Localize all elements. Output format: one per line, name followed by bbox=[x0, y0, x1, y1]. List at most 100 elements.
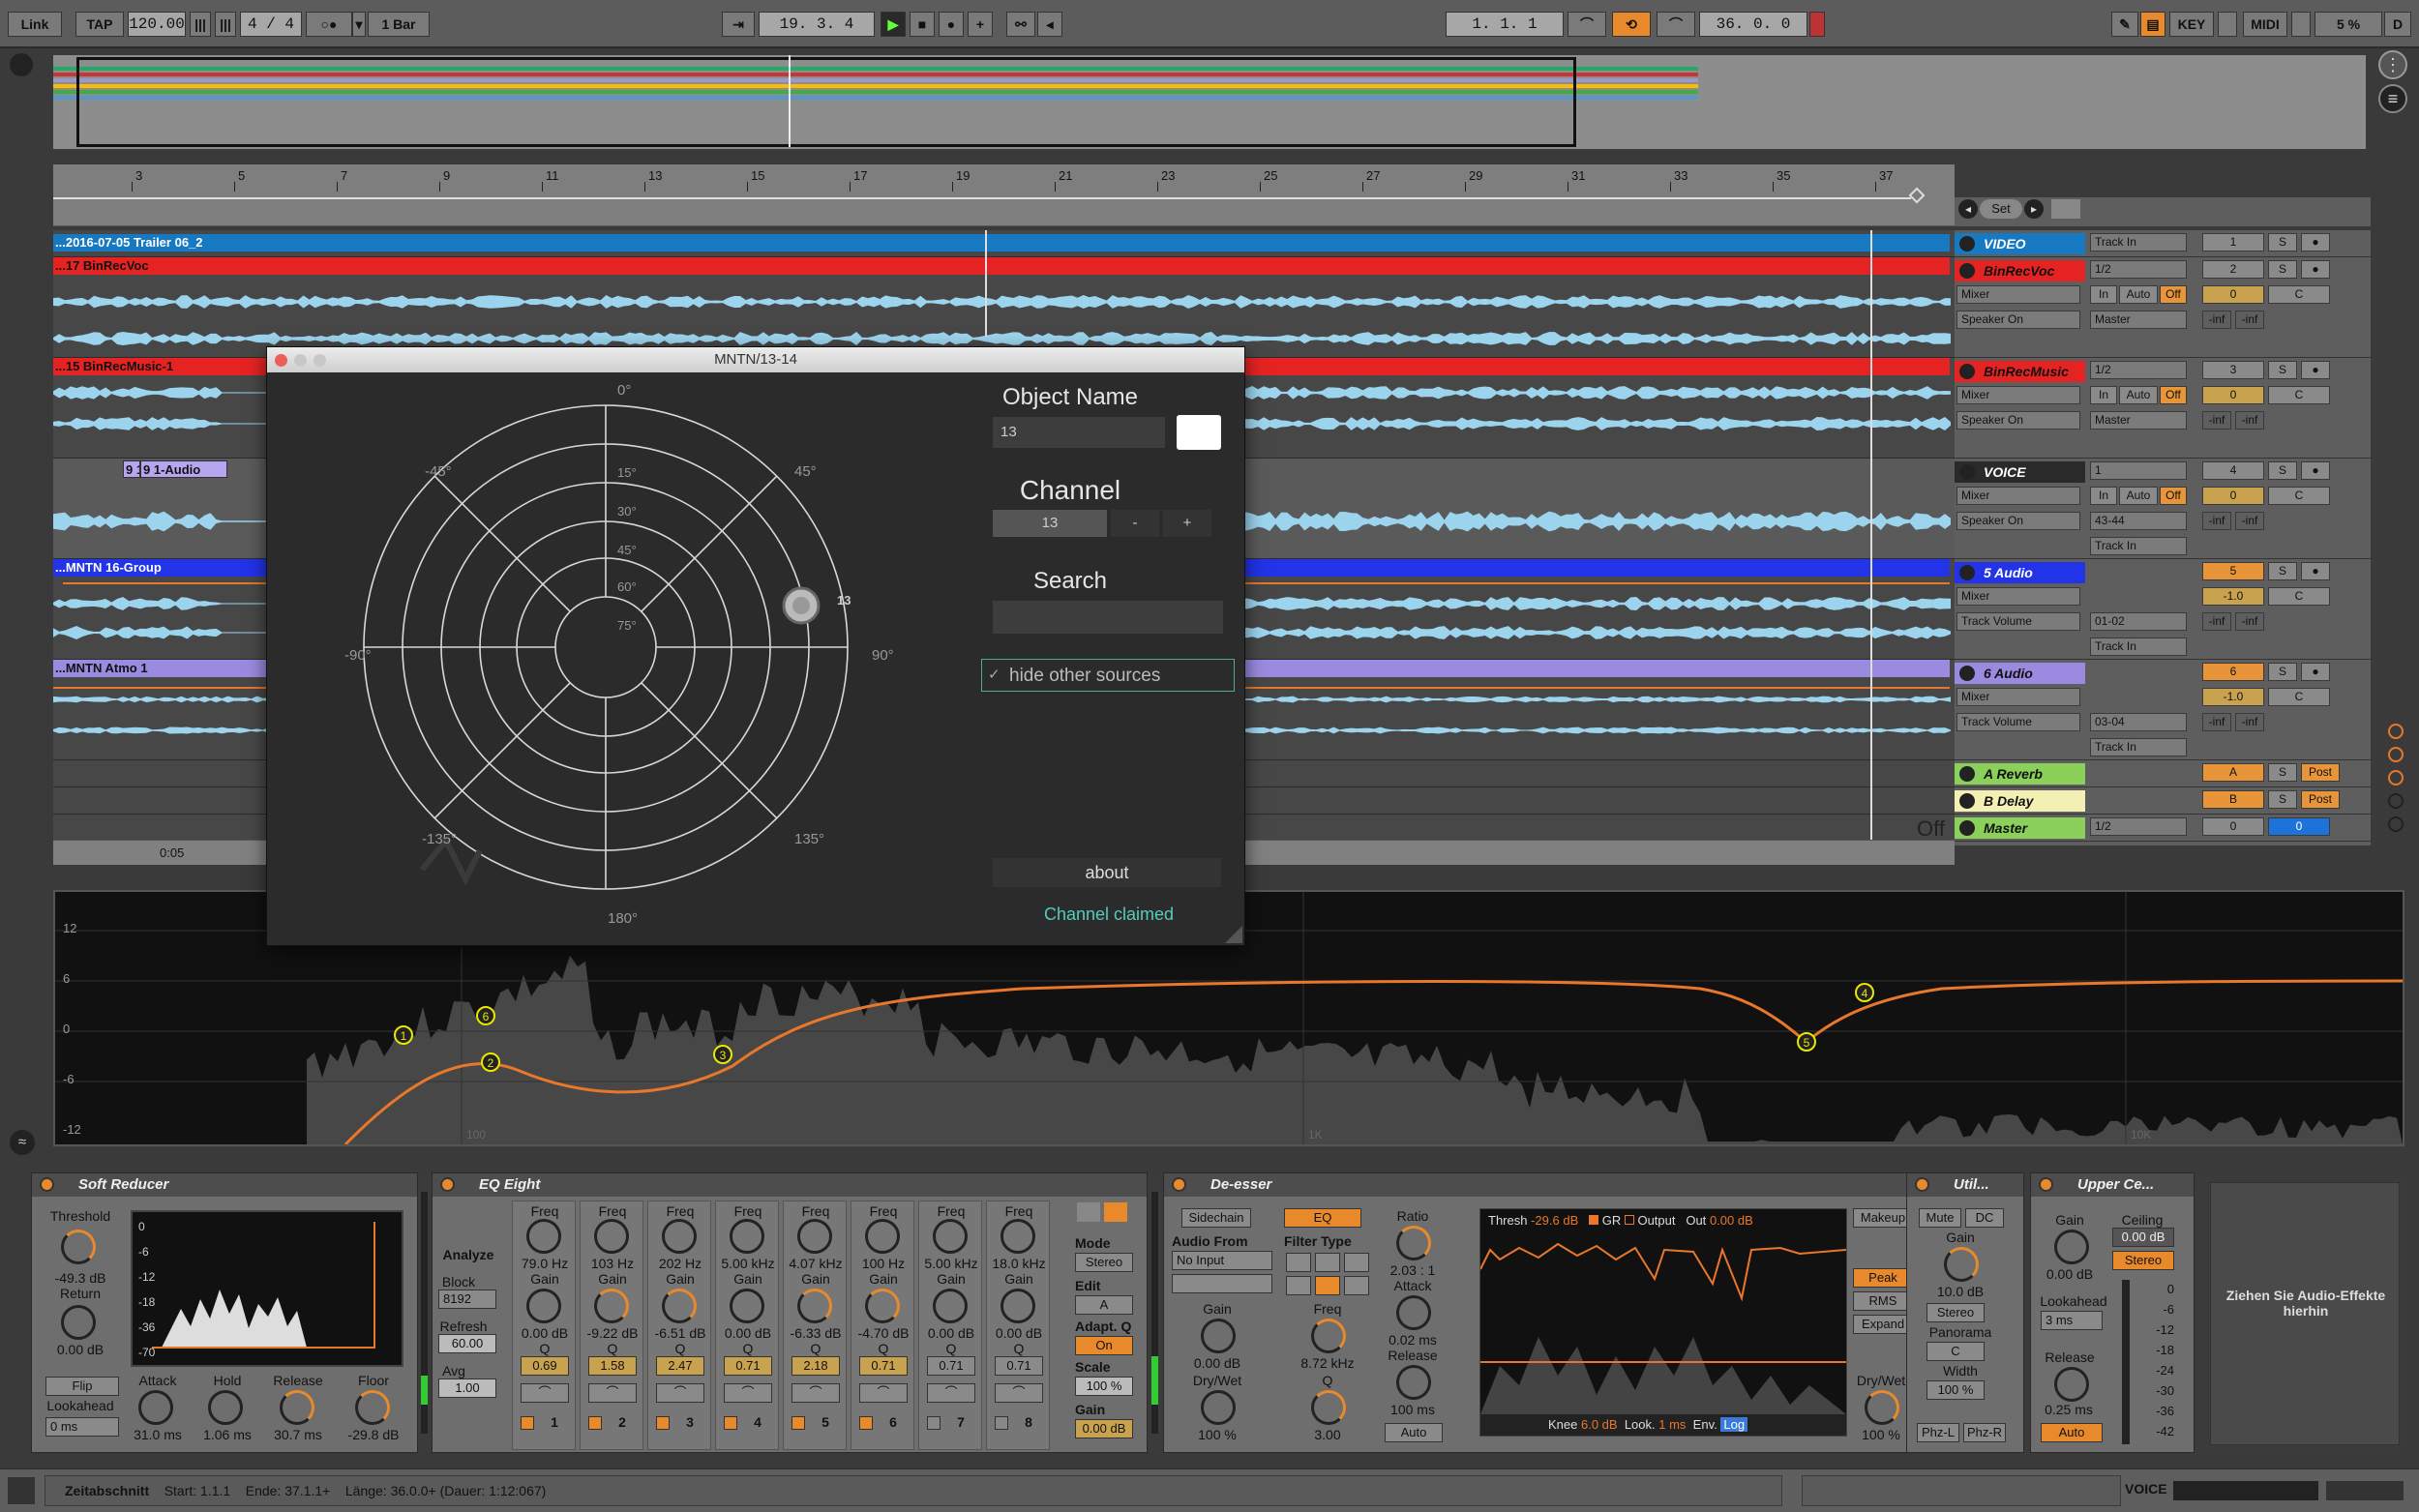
solo-button[interactable]: S bbox=[2268, 233, 2297, 252]
auto-release-button[interactable]: Auto bbox=[1385, 1423, 1443, 1442]
power-icon[interactable] bbox=[1172, 1177, 1186, 1192]
gain-value[interactable]: -9.22 dB bbox=[581, 1325, 644, 1341]
track-name[interactable]: B Delay bbox=[1955, 790, 2085, 812]
q-field[interactable]: 0.71 bbox=[995, 1356, 1043, 1376]
auto-release-button[interactable]: Auto bbox=[2041, 1423, 2103, 1442]
gr-swatch[interactable] bbox=[1589, 1215, 1599, 1225]
band-enable-toggle[interactable] bbox=[859, 1416, 873, 1430]
mixer-track[interactable]: 6 Audio Mixer Track Volume 03-04 Track In 6 S ●… bbox=[1955, 660, 2371, 760]
arm-icon[interactable]: ● bbox=[2301, 233, 2330, 252]
clip-binrecvoc[interactable]: ...17 BinRecVoc bbox=[53, 257, 1950, 275]
release-knob[interactable] bbox=[1396, 1365, 1431, 1400]
time-signature[interactable]: 4 / 4 bbox=[240, 12, 302, 37]
mixer-track[interactable]: A Reverb A S Post bbox=[1955, 760, 2371, 787]
lane-video[interactable]: ...2016-07-05 Trailer 06_2 bbox=[53, 230, 1955, 257]
computer-midi-icon[interactable]: ▤ bbox=[2140, 12, 2165, 37]
automation-device-select[interactable]: Mixer bbox=[1956, 487, 2080, 505]
gain-knob[interactable] bbox=[1000, 1289, 1035, 1323]
back-to-arrangement-icon[interactable]: ◂ bbox=[1037, 12, 1062, 37]
freq-knob[interactable] bbox=[1000, 1219, 1035, 1254]
session-record-icon[interactable]: + bbox=[968, 12, 993, 37]
track-fold-icon[interactable] bbox=[1959, 464, 1975, 480]
attack-knob[interactable] bbox=[1396, 1295, 1431, 1330]
eq-mode-icon[interactable] bbox=[1077, 1202, 1100, 1222]
block-select[interactable]: 8192 bbox=[438, 1290, 496, 1309]
freq-value[interactable]: 79.0 Hz bbox=[513, 1256, 577, 1271]
beat-ruler[interactable]: 3 5 7 9 11 13 15 17 19 21 23 25 27 29 31 33 35 37 bbox=[53, 164, 1955, 226]
track-name[interactable]: VOICE bbox=[1955, 461, 2085, 483]
track-activator[interactable]: 0 bbox=[2202, 817, 2264, 836]
tap-button[interactable]: TAP bbox=[75, 12, 124, 37]
look-value[interactable]: 1 ms bbox=[1658, 1417, 1686, 1432]
metronome-button[interactable]: ○● bbox=[306, 12, 352, 37]
eq-band[interactable]: Freq 5.00 kHz Gain 0.00 dB Q 0.71 ⌒ 4 bbox=[715, 1201, 779, 1450]
monitor-auto-button[interactable]: Auto bbox=[2119, 386, 2158, 404]
gain-knob[interactable] bbox=[526, 1289, 561, 1323]
drywet2-knob[interactable] bbox=[1865, 1390, 1899, 1425]
channel-increment-button[interactable]: + bbox=[1163, 510, 1211, 537]
filter-lp-icon[interactable] bbox=[1344, 1253, 1369, 1272]
solo-button[interactable]: S bbox=[2268, 260, 2297, 279]
gain-field[interactable]: 0.00 dB bbox=[1075, 1419, 1133, 1438]
prev-locator-icon[interactable]: ◂ bbox=[1958, 199, 1978, 219]
mixer-track[interactable]: VOICE 1 Mixer Speaker On In Auto Off 43-44 Track… bbox=[1955, 459, 2371, 559]
monitor-in-button[interactable]: In bbox=[2090, 487, 2117, 505]
gain-value[interactable]: 0.00 dB bbox=[513, 1325, 577, 1341]
track-in-select[interactable]: Track In bbox=[2090, 637, 2187, 656]
track-name[interactable]: Master bbox=[1955, 817, 2085, 839]
pan-field[interactable]: C bbox=[2268, 688, 2330, 706]
arrangement-overview[interactable] bbox=[53, 55, 2366, 149]
gain-value[interactable]: -6.33 dB bbox=[784, 1325, 848, 1341]
monitor-in-button[interactable]: In bbox=[2090, 285, 2117, 304]
q-field[interactable]: 0.71 bbox=[859, 1356, 908, 1376]
release-value[interactable]: 30.7 ms bbox=[264, 1427, 332, 1442]
mixer-track[interactable]: BinRecMusic 1/2 Mixer Speaker On In Auto Off Ma… bbox=[1955, 358, 2371, 459]
band-enable-toggle[interactable] bbox=[791, 1416, 805, 1430]
clip-video[interactable]: ...2016-07-05 Trailer 06_2 bbox=[53, 234, 1950, 252]
fold-icon[interactable] bbox=[2051, 199, 2080, 219]
monitor-auto-button[interactable]: Auto bbox=[2119, 285, 2158, 304]
sends-icon[interactable] bbox=[2388, 747, 2404, 762]
output-select[interactable]: 03-04 bbox=[2090, 713, 2187, 731]
filter-bell-icon[interactable] bbox=[1315, 1276, 1340, 1295]
gain-knob[interactable] bbox=[1201, 1319, 1236, 1353]
peak-button[interactable]: Peak bbox=[1853, 1268, 1913, 1288]
gain-value[interactable]: 10.0 dB bbox=[1926, 1284, 1994, 1299]
ratio-value[interactable]: 2.03 : 1 bbox=[1379, 1262, 1447, 1278]
io-icon[interactable] bbox=[2388, 724, 2404, 739]
device-title[interactable]: Upper Ce... bbox=[2031, 1173, 2194, 1197]
mute-button[interactable]: Mute bbox=[1919, 1208, 1961, 1228]
eq-band[interactable]: Freq 79.0 Hz Gain 0.00 dB Q 0.69 ⌒ 1 bbox=[512, 1201, 576, 1450]
solo-button[interactable]: S bbox=[2268, 461, 2297, 480]
automation-device-select[interactable]: Mixer bbox=[1956, 285, 2080, 304]
key-map-button[interactable]: KEY bbox=[2169, 12, 2214, 37]
release-value[interactable]: 0.25 ms bbox=[2035, 1402, 2103, 1417]
pan-field[interactable]: C bbox=[2268, 285, 2330, 304]
clip-voice[interactable]: 9 1-Audio bbox=[140, 460, 227, 478]
drywet-knob[interactable] bbox=[1201, 1390, 1236, 1425]
automation-device-select[interactable]: Mixer bbox=[1956, 587, 2080, 606]
freq-value[interactable]: 100 Hz bbox=[851, 1256, 915, 1271]
freq-value[interactable]: 103 Hz bbox=[581, 1256, 644, 1271]
ceiling-field[interactable]: 0.00 dB bbox=[2112, 1228, 2174, 1247]
adapt-q-toggle[interactable]: On bbox=[1075, 1336, 1133, 1355]
eq-band[interactable]: Freq 100 Hz Gain -4.70 dB Q 0.71 ⌒ 6 bbox=[851, 1201, 914, 1450]
track-activator[interactable]: 5 bbox=[2202, 562, 2264, 580]
loop-icon[interactable]: ⟲ bbox=[1612, 12, 1651, 37]
stereo-select[interactable]: Stereo bbox=[1926, 1303, 1985, 1322]
eq-band[interactable]: Freq 103 Hz Gain -9.22 dB Q 1.58 ⌒ 2 bbox=[580, 1201, 643, 1450]
zoom-icon[interactable] bbox=[314, 354, 326, 367]
freq-value[interactable]: 8.72 kHz bbox=[1294, 1355, 1361, 1371]
track-fold-icon[interactable] bbox=[1959, 263, 1975, 279]
mixer-track[interactable]: VIDEOTrack InTrack In1S● bbox=[1955, 230, 2371, 257]
freq-knob[interactable] bbox=[594, 1219, 629, 1254]
arm-icon[interactable]: ● bbox=[2301, 361, 2330, 379]
output-select[interactable]: 43-44 bbox=[2090, 512, 2187, 530]
pencil-icon[interactable]: ✎ bbox=[2111, 12, 2138, 37]
device-title[interactable]: EQ Eight bbox=[433, 1173, 1147, 1197]
input-select[interactable]: 1/2 bbox=[2090, 260, 2187, 279]
arm-icon[interactable]: ● bbox=[2301, 461, 2330, 480]
nudge-icon[interactable]: ||| bbox=[190, 12, 211, 37]
link-button[interactable]: Link bbox=[8, 12, 62, 37]
track-fold-icon[interactable] bbox=[1959, 236, 1975, 252]
